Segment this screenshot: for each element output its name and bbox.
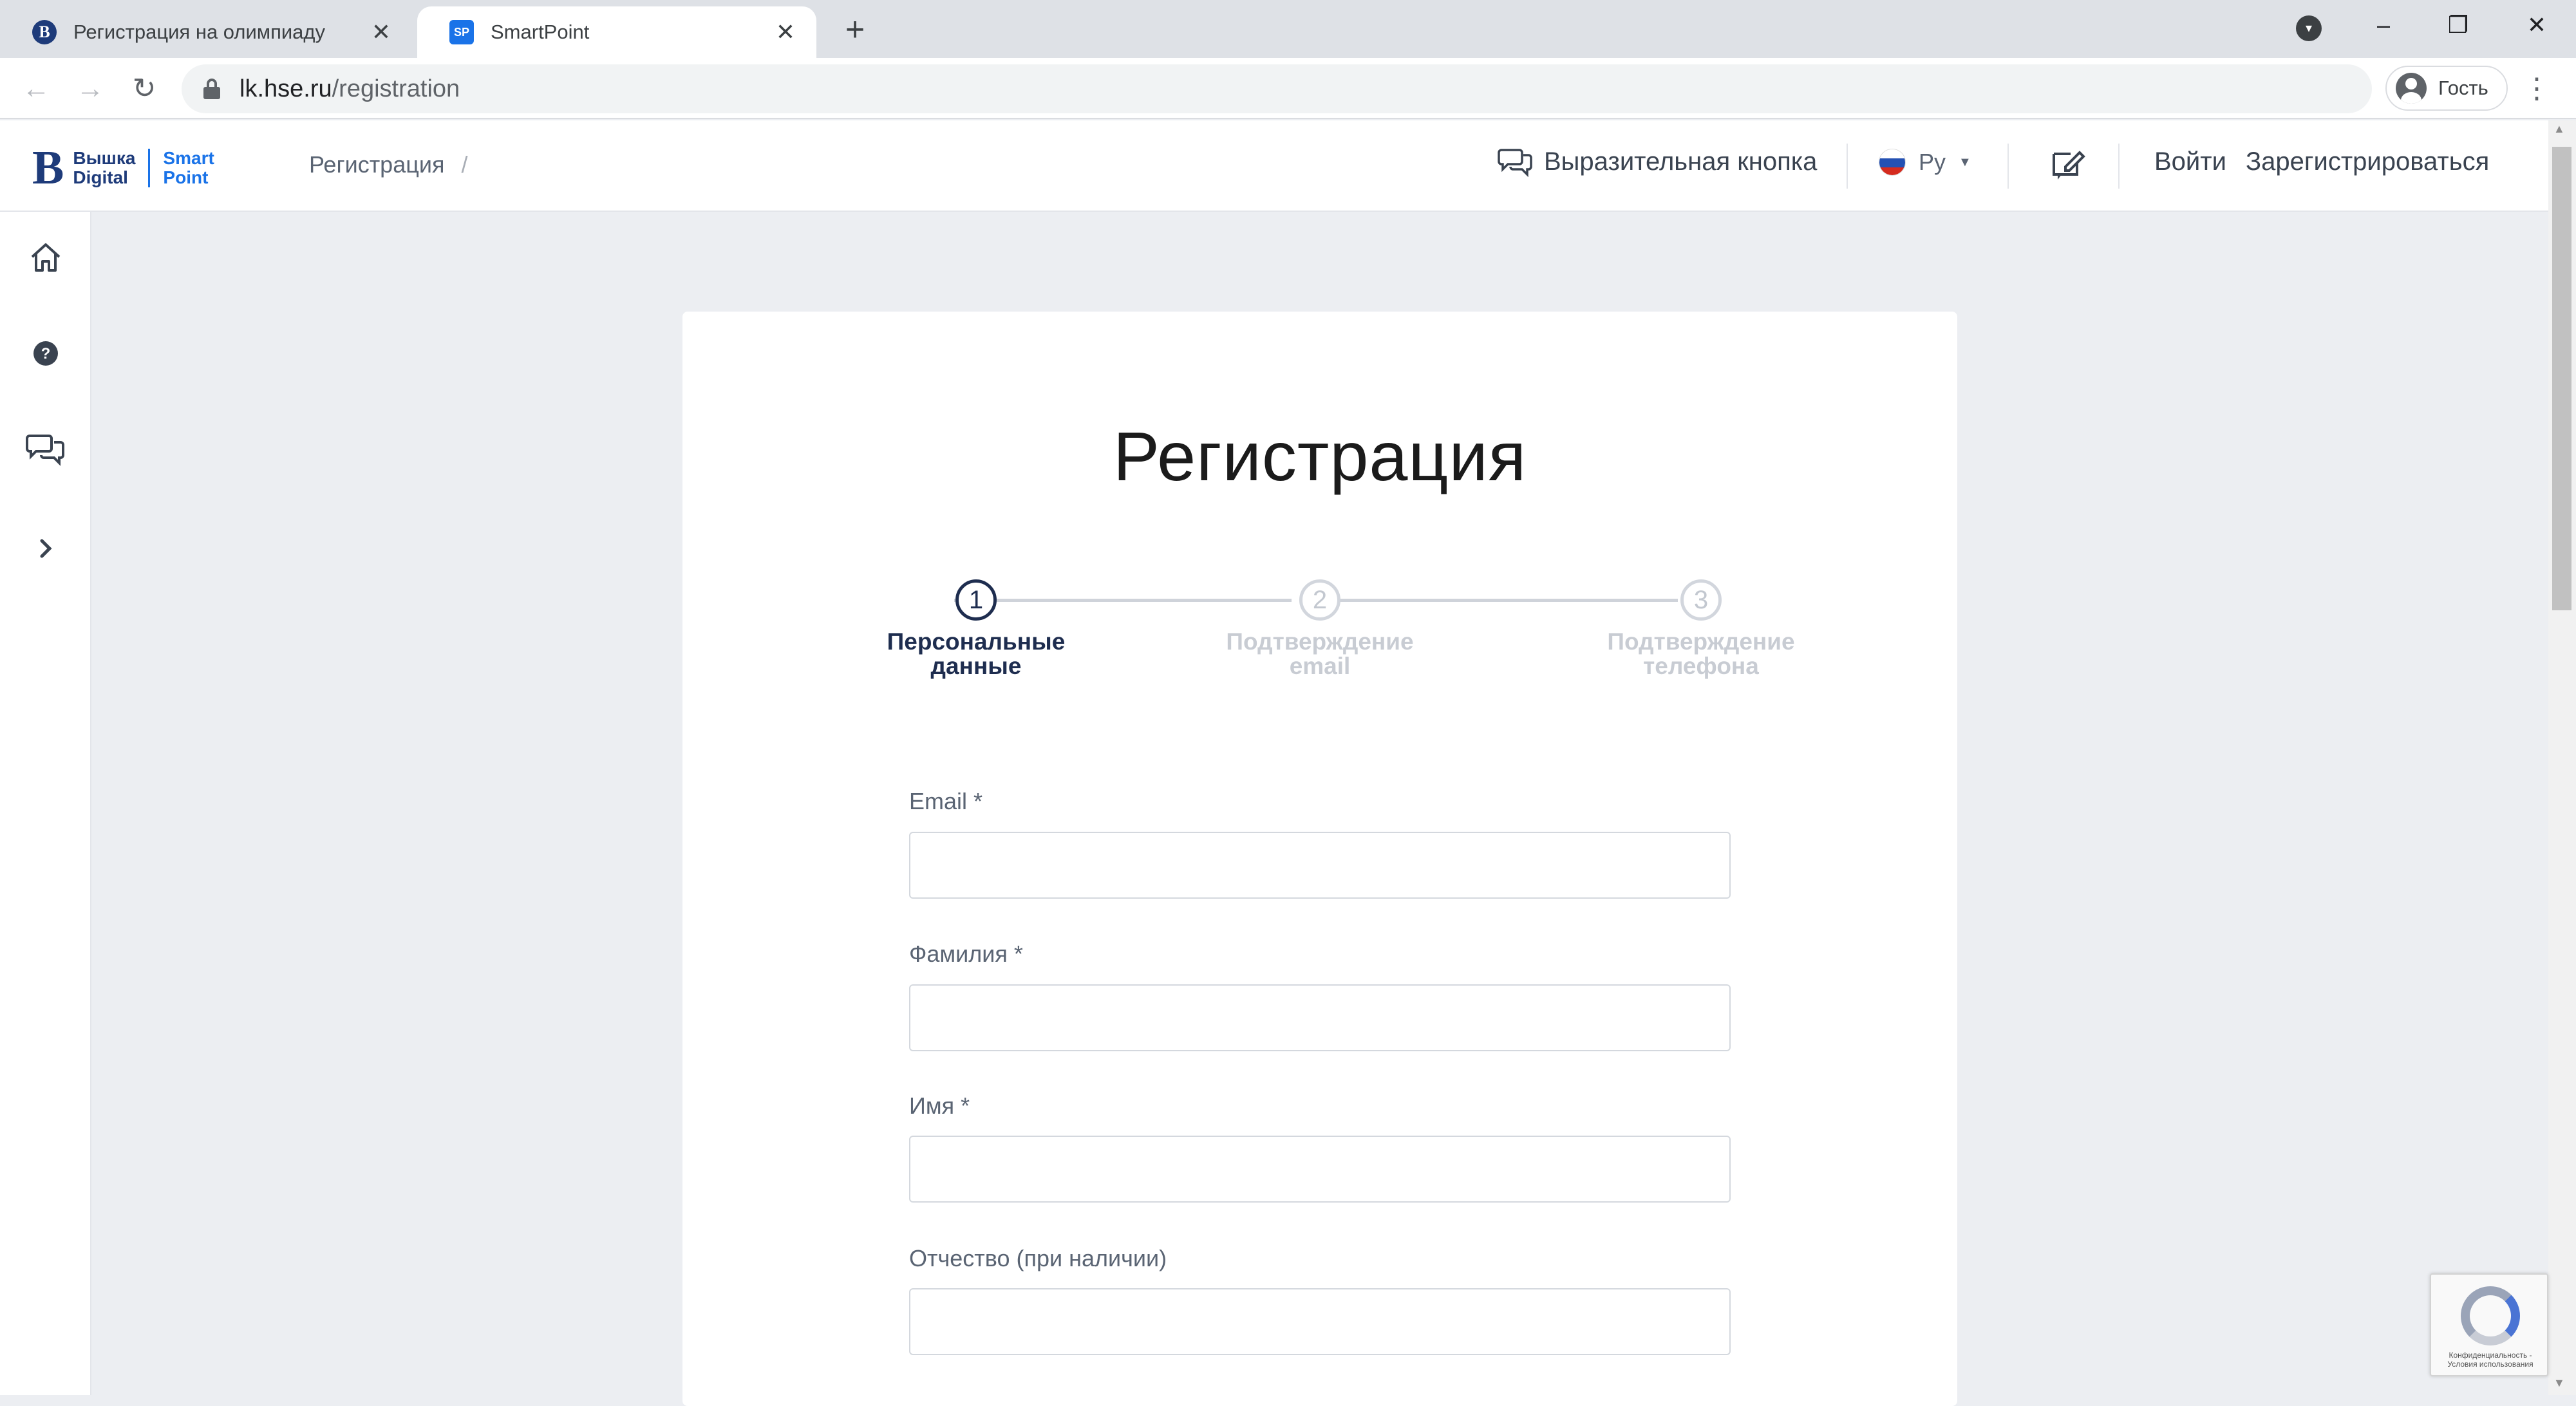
url-text[interactable]: lk.hse.ru/registration bbox=[240, 75, 460, 103]
left-sidebar: ? bbox=[0, 212, 91, 1395]
logo-line2: Digital bbox=[73, 167, 128, 187]
middle-name-label: Отчество (при наличии) bbox=[909, 1245, 1167, 1271]
tab-search-icon[interactable]: ▾ bbox=[2296, 15, 2322, 41]
edit-message-icon bbox=[2053, 151, 2085, 180]
close-window-icon[interactable]: ✕ bbox=[2517, 9, 2556, 41]
expressive-button-label: Выразительная кнопка bbox=[1544, 147, 1818, 176]
browser-tab-smartpoint[interactable]: SP SmartPoint ✕ bbox=[417, 6, 816, 58]
browser-tab-olympiad[interactable]: В Регистрация на олимпиаду ✕ bbox=[0, 6, 412, 58]
recaptcha-terms-text[interactable]: Конфиденциальность - Условия использован… bbox=[2436, 1351, 2544, 1369]
step-confirm-phone: 3 Подтверждение телефона bbox=[1566, 573, 1836, 679]
middle-name-field[interactable] bbox=[909, 1288, 1731, 1355]
address-bar[interactable]: lk.hse.ru/registration bbox=[182, 64, 2372, 113]
step-number: 2 bbox=[1299, 579, 1340, 621]
reload-icon[interactable]: ↻ bbox=[126, 71, 162, 107]
language-selector[interactable]: Ру ▼ bbox=[1879, 149, 1971, 176]
site-header: В Вышка Digital Smart Point Регистрация /… bbox=[0, 120, 2548, 212]
email-label: Email * bbox=[909, 788, 983, 814]
lock-icon[interactable] bbox=[203, 79, 220, 99]
last-name-label: Фамилия * bbox=[909, 941, 1023, 967]
logo-line4: Point bbox=[163, 167, 209, 187]
breadcrumb-item-registration[interactable]: Регистрация bbox=[309, 151, 444, 178]
restore-window-icon[interactable]: ❐ bbox=[2439, 9, 2477, 41]
help-icon[interactable]: ? bbox=[23, 331, 68, 376]
header-divider bbox=[2007, 144, 2009, 189]
recaptcha-icon bbox=[2461, 1286, 2520, 1345]
step-label-line2: email bbox=[1289, 653, 1351, 679]
profile-label: Гость bbox=[2438, 77, 2488, 99]
close-tab-icon[interactable]: ✕ bbox=[367, 18, 395, 46]
step-number: 3 bbox=[1680, 579, 1722, 621]
logo-brand-text: Вышка Digital bbox=[73, 149, 135, 187]
scroll-up-arrow-icon[interactable]: ▲ bbox=[2553, 122, 2565, 136]
feedback-icon[interactable] bbox=[2049, 145, 2087, 187]
registration-card: Регистрация 1 Персональные данные 2 Подт… bbox=[682, 312, 1957, 1406]
step-personal-data: 1 Персональные данные bbox=[841, 573, 1111, 679]
smartpoint-favicon-icon: SP bbox=[449, 20, 474, 44]
last-name-field[interactable] bbox=[909, 984, 1731, 1051]
scrollbar-thumb[interactable] bbox=[2552, 147, 2571, 610]
breadcrumb-separator: / bbox=[461, 151, 468, 178]
register-link[interactable]: Зарегистрироваться bbox=[2246, 147, 2489, 176]
expressive-button[interactable]: Выразительная кнопка bbox=[1498, 146, 1817, 177]
logo-line3: Smart bbox=[163, 148, 214, 168]
page-title: Регистрация bbox=[1113, 417, 1527, 495]
tab-title: SmartPoint bbox=[491, 21, 590, 43]
hse-favicon-icon: В bbox=[32, 20, 57, 44]
step-label-line1: Подтверждение bbox=[1607, 628, 1795, 655]
hse-logo-mark-icon: В bbox=[32, 142, 64, 194]
breadcrumb: Регистрация / bbox=[309, 151, 467, 178]
hse-smartpoint-logo[interactable]: В Вышка Digital Smart Point bbox=[32, 142, 214, 194]
browser-menu-icon[interactable]: ⋮ bbox=[2523, 70, 2551, 108]
registration-stepper: 1 Персональные данные 2 Подтверждение em… bbox=[682, 573, 1957, 679]
login-link[interactable]: Войти bbox=[2154, 147, 2226, 176]
step-number: 1 bbox=[955, 579, 997, 621]
logo-divider bbox=[148, 149, 151, 187]
first-name-label: Имя * bbox=[909, 1092, 970, 1119]
new-tab-button[interactable]: + bbox=[837, 12, 873, 48]
home-icon[interactable] bbox=[23, 235, 68, 280]
header-divider bbox=[1847, 144, 1848, 189]
language-label: Ру bbox=[1919, 149, 1946, 175]
step-label-line2: телефона bbox=[1643, 653, 1759, 679]
forward-arrow-icon[interactable]: → bbox=[72, 71, 108, 107]
email-field[interactable] bbox=[909, 832, 1731, 899]
avatar bbox=[2396, 73, 2427, 104]
ru-flag-icon bbox=[1879, 149, 1906, 176]
first-name-field[interactable] bbox=[909, 1136, 1731, 1203]
step-label-line1: Персональные bbox=[887, 628, 1066, 655]
minimize-window-icon[interactable]: – bbox=[2364, 9, 2403, 41]
profile-button[interactable]: Гость bbox=[2385, 66, 2508, 111]
scroll-down-arrow-icon[interactable]: ▼ bbox=[2553, 1376, 2565, 1390]
logo-line1: Вышка bbox=[73, 148, 136, 168]
close-tab-icon[interactable]: ✕ bbox=[771, 18, 800, 46]
chevron-down-icon: ▼ bbox=[1959, 155, 1971, 169]
step-label-line1: Подтверждение bbox=[1226, 628, 1414, 655]
chat-bubbles-icon bbox=[1498, 149, 1532, 177]
step-label-line2: данные bbox=[930, 653, 1022, 679]
browser-toolbar: ← → ↻ lk.hse.ru/registration Гость ⋮ bbox=[0, 58, 2576, 119]
browser-tab-strip: В Регистрация на олимпиаду ✕ SP SmartPoi… bbox=[0, 0, 2576, 58]
svg-text:?: ? bbox=[41, 345, 51, 362]
recaptcha-badge[interactable]: Конфиденциальность - Условия использован… bbox=[2430, 1273, 2548, 1376]
header-divider bbox=[2118, 144, 2120, 189]
chevron-right-icon[interactable] bbox=[23, 526, 68, 571]
logo-product-text: Smart Point bbox=[163, 149, 214, 187]
tab-title: Регистрация на олимпиаду bbox=[73, 21, 326, 43]
chat-icon[interactable] bbox=[23, 427, 68, 472]
back-arrow-icon[interactable]: ← bbox=[18, 71, 54, 107]
step-confirm-email: 2 Подтверждение email bbox=[1185, 573, 1455, 679]
